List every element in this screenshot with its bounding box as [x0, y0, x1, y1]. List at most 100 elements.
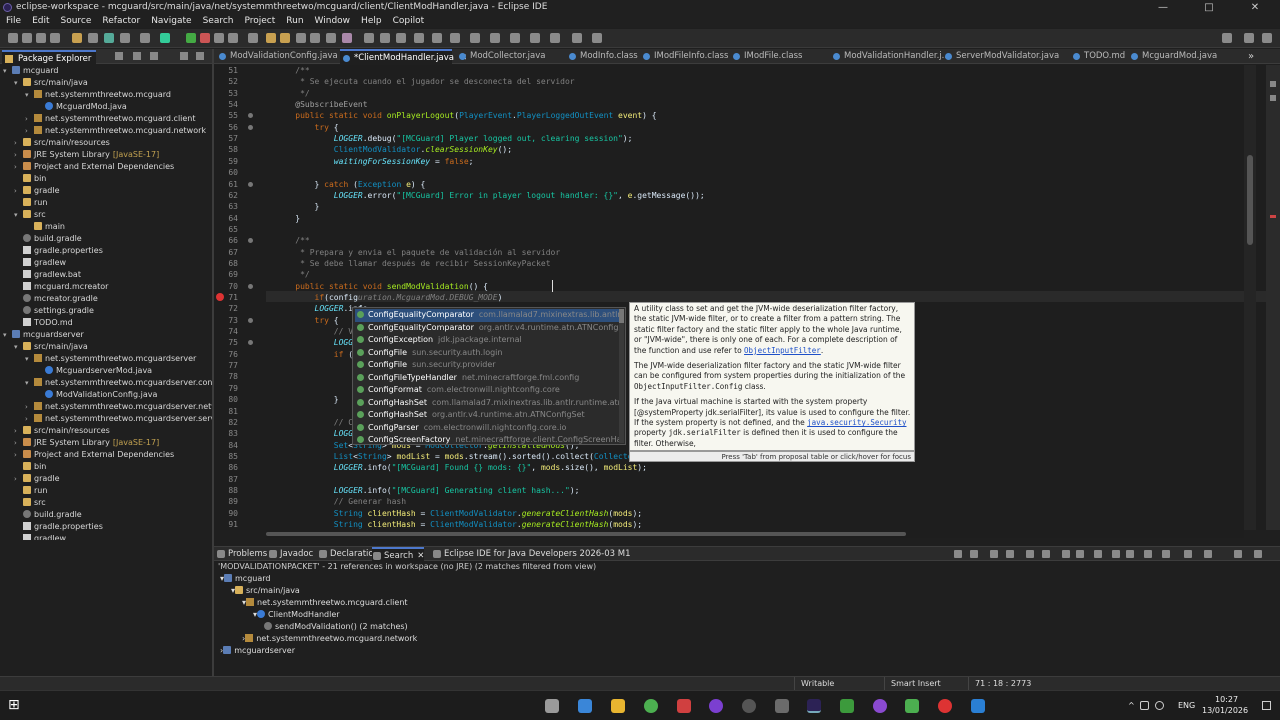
- app-icon-5[interactable]: [873, 699, 887, 713]
- close-button[interactable]: ✕: [1232, 0, 1278, 15]
- editor-tab[interactable]: ModValidationHandler.j...: [830, 49, 950, 64]
- search-toolbar-icon-8[interactable]: [1076, 550, 1084, 558]
- toolbar-icon-22[interactable]: [364, 33, 374, 43]
- tree-item[interactable]: ▾ src/main/java: [14, 77, 88, 89]
- menu-item-edit[interactable]: Edit: [26, 15, 54, 28]
- toolbar-icon-29[interactable]: [490, 33, 500, 43]
- tree-item[interactable]: › JRE System Library [JavaSE-17]: [14, 149, 159, 161]
- menu-item-source[interactable]: Source: [55, 15, 97, 28]
- proposal-item[interactable]: ConfigScreenFactory net.minecraftforge.cl…: [355, 434, 621, 447]
- tree-item[interactable]: bin: [14, 173, 46, 185]
- toolbar-icon-27[interactable]: [450, 33, 460, 43]
- bottom-tab-declaration[interactable]: Declaration: [318, 547, 379, 561]
- tree-item[interactable]: src: [14, 497, 46, 509]
- search-toolbar-icon-2[interactable]: [970, 550, 978, 558]
- tree-item[interactable]: settings.gradle: [14, 305, 94, 317]
- proposal-item[interactable]: ConfigFile sun.security.provider: [355, 359, 621, 372]
- bottom-tab-problems[interactable]: Problems: [216, 547, 267, 561]
- tree-item[interactable]: ▾ mcguardserver: [3, 329, 84, 341]
- tree-item[interactable]: bin: [14, 461, 46, 473]
- code-line[interactable]: LO: [276, 360, 363, 371]
- tree-item[interactable]: › Project and External Dependencies: [14, 449, 174, 461]
- toolbar-icon-6[interactable]: [88, 33, 98, 43]
- search-toolbar-icon-9[interactable]: [1094, 550, 1102, 558]
- menu-item-run[interactable]: Run: [280, 15, 308, 28]
- collapse-arrow-icon[interactable]: ›: [14, 473, 23, 485]
- search-result-row[interactable]: ▾ src/main/java: [231, 585, 300, 597]
- proposal-item[interactable]: ConfigException jdk.jpackage.internal: [355, 334, 621, 347]
- network-icon[interactable]: [1140, 701, 1149, 710]
- bottom-tab-eclipse[interactable]: Eclipse IDE for Java Developers 2026-03 …: [432, 547, 631, 561]
- proposal-item[interactable]: ConfigParser com.electronwill.nightconfig…: [355, 422, 621, 435]
- toolbar-icon-32[interactable]: [550, 33, 560, 43]
- editor-tab[interactable]: IModFile.class: [730, 49, 826, 64]
- editor-tab[interactable]: *ClientModHandler.java ✕: [340, 49, 467, 64]
- tree-item[interactable]: run: [14, 485, 47, 497]
- proposal-scroll-thumb[interactable]: [619, 309, 624, 323]
- proposal-item[interactable]: ConfigFileTypeHandler net.minecraftforge.…: [355, 372, 621, 385]
- tree-item[interactable]: ▾ mcguard: [3, 65, 58, 77]
- toolbar-icon-4[interactable]: [50, 33, 60, 43]
- start-icon[interactable]: ⊞: [8, 697, 20, 713]
- clock-time[interactable]: 10:27: [1215, 694, 1238, 705]
- app-icon-4[interactable]: [775, 699, 789, 713]
- tree-item[interactable]: McguardserverMod.java: [36, 365, 152, 377]
- jdoc-link-security[interactable]: java.security.Security: [807, 418, 906, 427]
- fold-marker-icon[interactable]: [248, 113, 253, 119]
- toolbar-icon-14[interactable]: [228, 33, 238, 43]
- expand-arrow-icon[interactable]: ▾: [14, 341, 23, 353]
- search-result-row[interactable]: ▾ ClientModHandler: [253, 609, 340, 621]
- code-line[interactable]: String clientHash = ClientModValidator.g…: [276, 508, 642, 519]
- search-icon[interactable]: [1222, 33, 1232, 43]
- collapse-arrow-icon[interactable]: ›: [14, 149, 23, 161]
- code-line[interactable]: LOGGER.info("[MCGuard] Found {} mods: {}…: [276, 462, 647, 473]
- language-indicator[interactable]: ENG: [1178, 700, 1195, 711]
- vscode-icon[interactable]: [971, 699, 985, 713]
- collapse-arrow-icon[interactable]: ›: [25, 113, 34, 125]
- tree-item[interactable]: › gradle: [14, 473, 60, 485]
- code-line[interactable]: LOGGER.info("[MCGuard] Generating client…: [276, 485, 580, 496]
- search-toolbar-icon-10[interactable]: [1112, 550, 1120, 558]
- collapse-arrow-icon[interactable]: ›: [25, 401, 34, 413]
- code-line[interactable]: */: [276, 88, 310, 99]
- editor-tab[interactable]: ModValidationConfig.java: [216, 49, 338, 64]
- perspective-icon[interactable]: [1244, 33, 1254, 43]
- menu-item-navigate[interactable]: Navigate: [145, 15, 196, 28]
- hscroll-thumb[interactable]: [266, 532, 906, 536]
- menu-item-copilot[interactable]: Copilot: [387, 15, 430, 28]
- toolbar-icon-18[interactable]: [296, 33, 306, 43]
- collapse-all-icon[interactable]: [115, 52, 123, 60]
- app-icon-7[interactable]: [938, 699, 952, 713]
- tree-item[interactable]: › JRE System Library [JavaSE-17]: [14, 437, 159, 449]
- code-line[interactable]: * Se debe llamar después de recibir Sess…: [276, 258, 550, 269]
- tray-overflow-icon[interactable]: ^: [1128, 700, 1135, 711]
- error-ruler-mark[interactable]: [1270, 215, 1276, 218]
- tree-item[interactable]: main: [25, 221, 65, 233]
- collapse-arrow-icon[interactable]: ›: [25, 413, 34, 425]
- search-result-row[interactable]: sendModValidation() (2 matches): [264, 621, 408, 633]
- search-toolbar-icon-7[interactable]: [1062, 550, 1070, 558]
- tree-item[interactable]: › Project and External Dependencies: [14, 161, 174, 173]
- code-line[interactable]: @SubscribeEvent: [276, 99, 367, 110]
- toolbar-icon-20[interactable]: [326, 33, 336, 43]
- code-line[interactable]: // Ver: [276, 326, 363, 337]
- search-toolbar-icon-16[interactable]: [1234, 550, 1242, 558]
- code-line[interactable]: LOGGER.error("[MCGuard] Error in player …: [276, 190, 705, 201]
- tree-item[interactable]: ModValidationConfig.java: [36, 389, 157, 401]
- editor-tab[interactable]: TODO.md: [1070, 49, 1125, 64]
- maximize-view-icon[interactable]: [196, 52, 204, 60]
- tree-item[interactable]: gradlew: [14, 257, 66, 269]
- fold-marker-icon[interactable]: [248, 340, 253, 346]
- bottom-tab-search[interactable]: Search ✕: [372, 547, 425, 561]
- code-line[interactable]: public static void onPlayerLogout(Player…: [276, 110, 656, 121]
- code-line[interactable]: try {: [276, 122, 339, 133]
- tree-item[interactable]: › gradle: [14, 185, 60, 197]
- search-toolbar-icon-1[interactable]: [954, 550, 962, 558]
- code-line[interactable]: // Col: [276, 417, 363, 428]
- code-line[interactable]: // Generar hash: [276, 496, 406, 507]
- tree-item[interactable]: build.gradle: [14, 233, 82, 245]
- search-toolbar-icon-11[interactable]: [1126, 550, 1134, 558]
- toolbar-icon-2[interactable]: [22, 33, 32, 43]
- search-toolbar-icon-17[interactable]: [1254, 550, 1262, 558]
- fold-marker-icon[interactable]: [248, 317, 253, 323]
